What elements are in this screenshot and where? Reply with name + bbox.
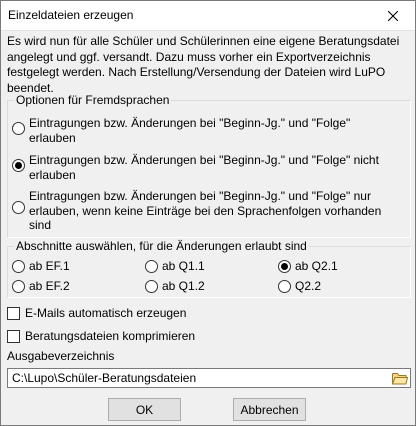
dialog-window: Einzeldateien erzeugen Es wird nun für a…: [0, 0, 416, 426]
section-q22-radio[interactable]: [278, 280, 291, 293]
section-q21-radio[interactable]: [278, 260, 291, 273]
emails-checkbox-label: E-Mails automatisch erzeugen: [25, 306, 187, 320]
section-ef2[interactable]: ab EF.2: [12, 279, 70, 294]
language-option-3-radio[interactable]: [12, 201, 25, 214]
language-options-title: Optionen für Fremdsprachen: [14, 93, 172, 107]
compress-checkbox[interactable]: [7, 329, 20, 343]
sections-title: Abschnitte auswählen, für die Änderungen…: [14, 239, 309, 253]
language-options-group: Optionen für Fremdsprachen Eintragungen …: [7, 93, 411, 238]
language-option-2-radio[interactable]: [12, 159, 25, 172]
close-button[interactable]: [371, 1, 415, 30]
section-q22[interactable]: Q2.2: [278, 279, 321, 294]
language-option-3[interactable]: Eintragungen bzw. Änderungen bei "Beginn…: [12, 189, 402, 233]
cancel-button[interactable]: Abbrechen: [233, 398, 306, 421]
section-q21[interactable]: ab Q2.1: [278, 259, 338, 274]
intro-text: Es wird nun für alle Schüler und Schüler…: [7, 34, 400, 95]
compress-checkbox-row[interactable]: Beratungsdateien komprimieren: [7, 329, 195, 343]
sections-group: Abschnitte auswählen, für die Änderungen…: [7, 239, 411, 298]
section-ef1[interactable]: ab EF.1: [12, 259, 70, 274]
folder-icon: [392, 372, 408, 384]
ok-button[interactable]: OK: [108, 398, 181, 421]
language-option-1-radio[interactable]: [12, 122, 25, 135]
title-bar: Einzeldateien erzeugen: [1, 1, 415, 31]
section-q12-label: ab Q1.2: [162, 279, 205, 293]
emails-checkbox-row[interactable]: E-Mails automatisch erzeugen: [7, 306, 186, 320]
language-option-1[interactable]: Eintragungen bzw. Änderungen bei "Beginn…: [12, 116, 392, 145]
section-q11[interactable]: ab Q1.1: [145, 259, 205, 274]
section-ef2-label: ab EF.2: [29, 279, 70, 293]
language-option-3-label: Eintragungen bzw. Änderungen bei "Beginn…: [29, 189, 382, 232]
section-ef2-radio[interactable]: [12, 280, 25, 293]
emails-checkbox[interactable]: [7, 306, 20, 320]
language-option-1-label: Eintragungen bzw. Änderungen bei "Beginn…: [29, 116, 351, 145]
compress-checkbox-label: Beratungsdateien komprimieren: [25, 329, 196, 343]
section-q11-radio[interactable]: [145, 260, 158, 273]
section-q12[interactable]: ab Q1.2: [145, 279, 205, 294]
window-title: Einzeldateien erzeugen: [8, 8, 134, 22]
language-option-2-label: Eintragungen bzw. Änderungen bei "Beginn…: [29, 153, 379, 182]
language-option-2[interactable]: Eintragungen bzw. Änderungen bei "Beginn…: [12, 153, 402, 182]
section-q21-label: ab Q2.1: [295, 259, 338, 273]
browse-folder-button[interactable]: [391, 370, 409, 386]
output-folder-value: C:\Lupo\Schüler-Beratungsdateien: [12, 371, 197, 385]
output-folder-input[interactable]: C:\Lupo\Schüler-Beratungsdateien: [7, 368, 411, 388]
output-folder-label: Ausgabeverzeichnis: [7, 349, 115, 363]
section-q11-label: ab Q1.1: [162, 259, 205, 273]
close-icon: [388, 10, 398, 21]
section-ef1-label: ab EF.1: [29, 259, 70, 273]
section-q22-label: Q2.2: [295, 279, 322, 293]
section-q12-radio[interactable]: [145, 280, 158, 293]
section-ef1-radio[interactable]: [12, 260, 25, 273]
